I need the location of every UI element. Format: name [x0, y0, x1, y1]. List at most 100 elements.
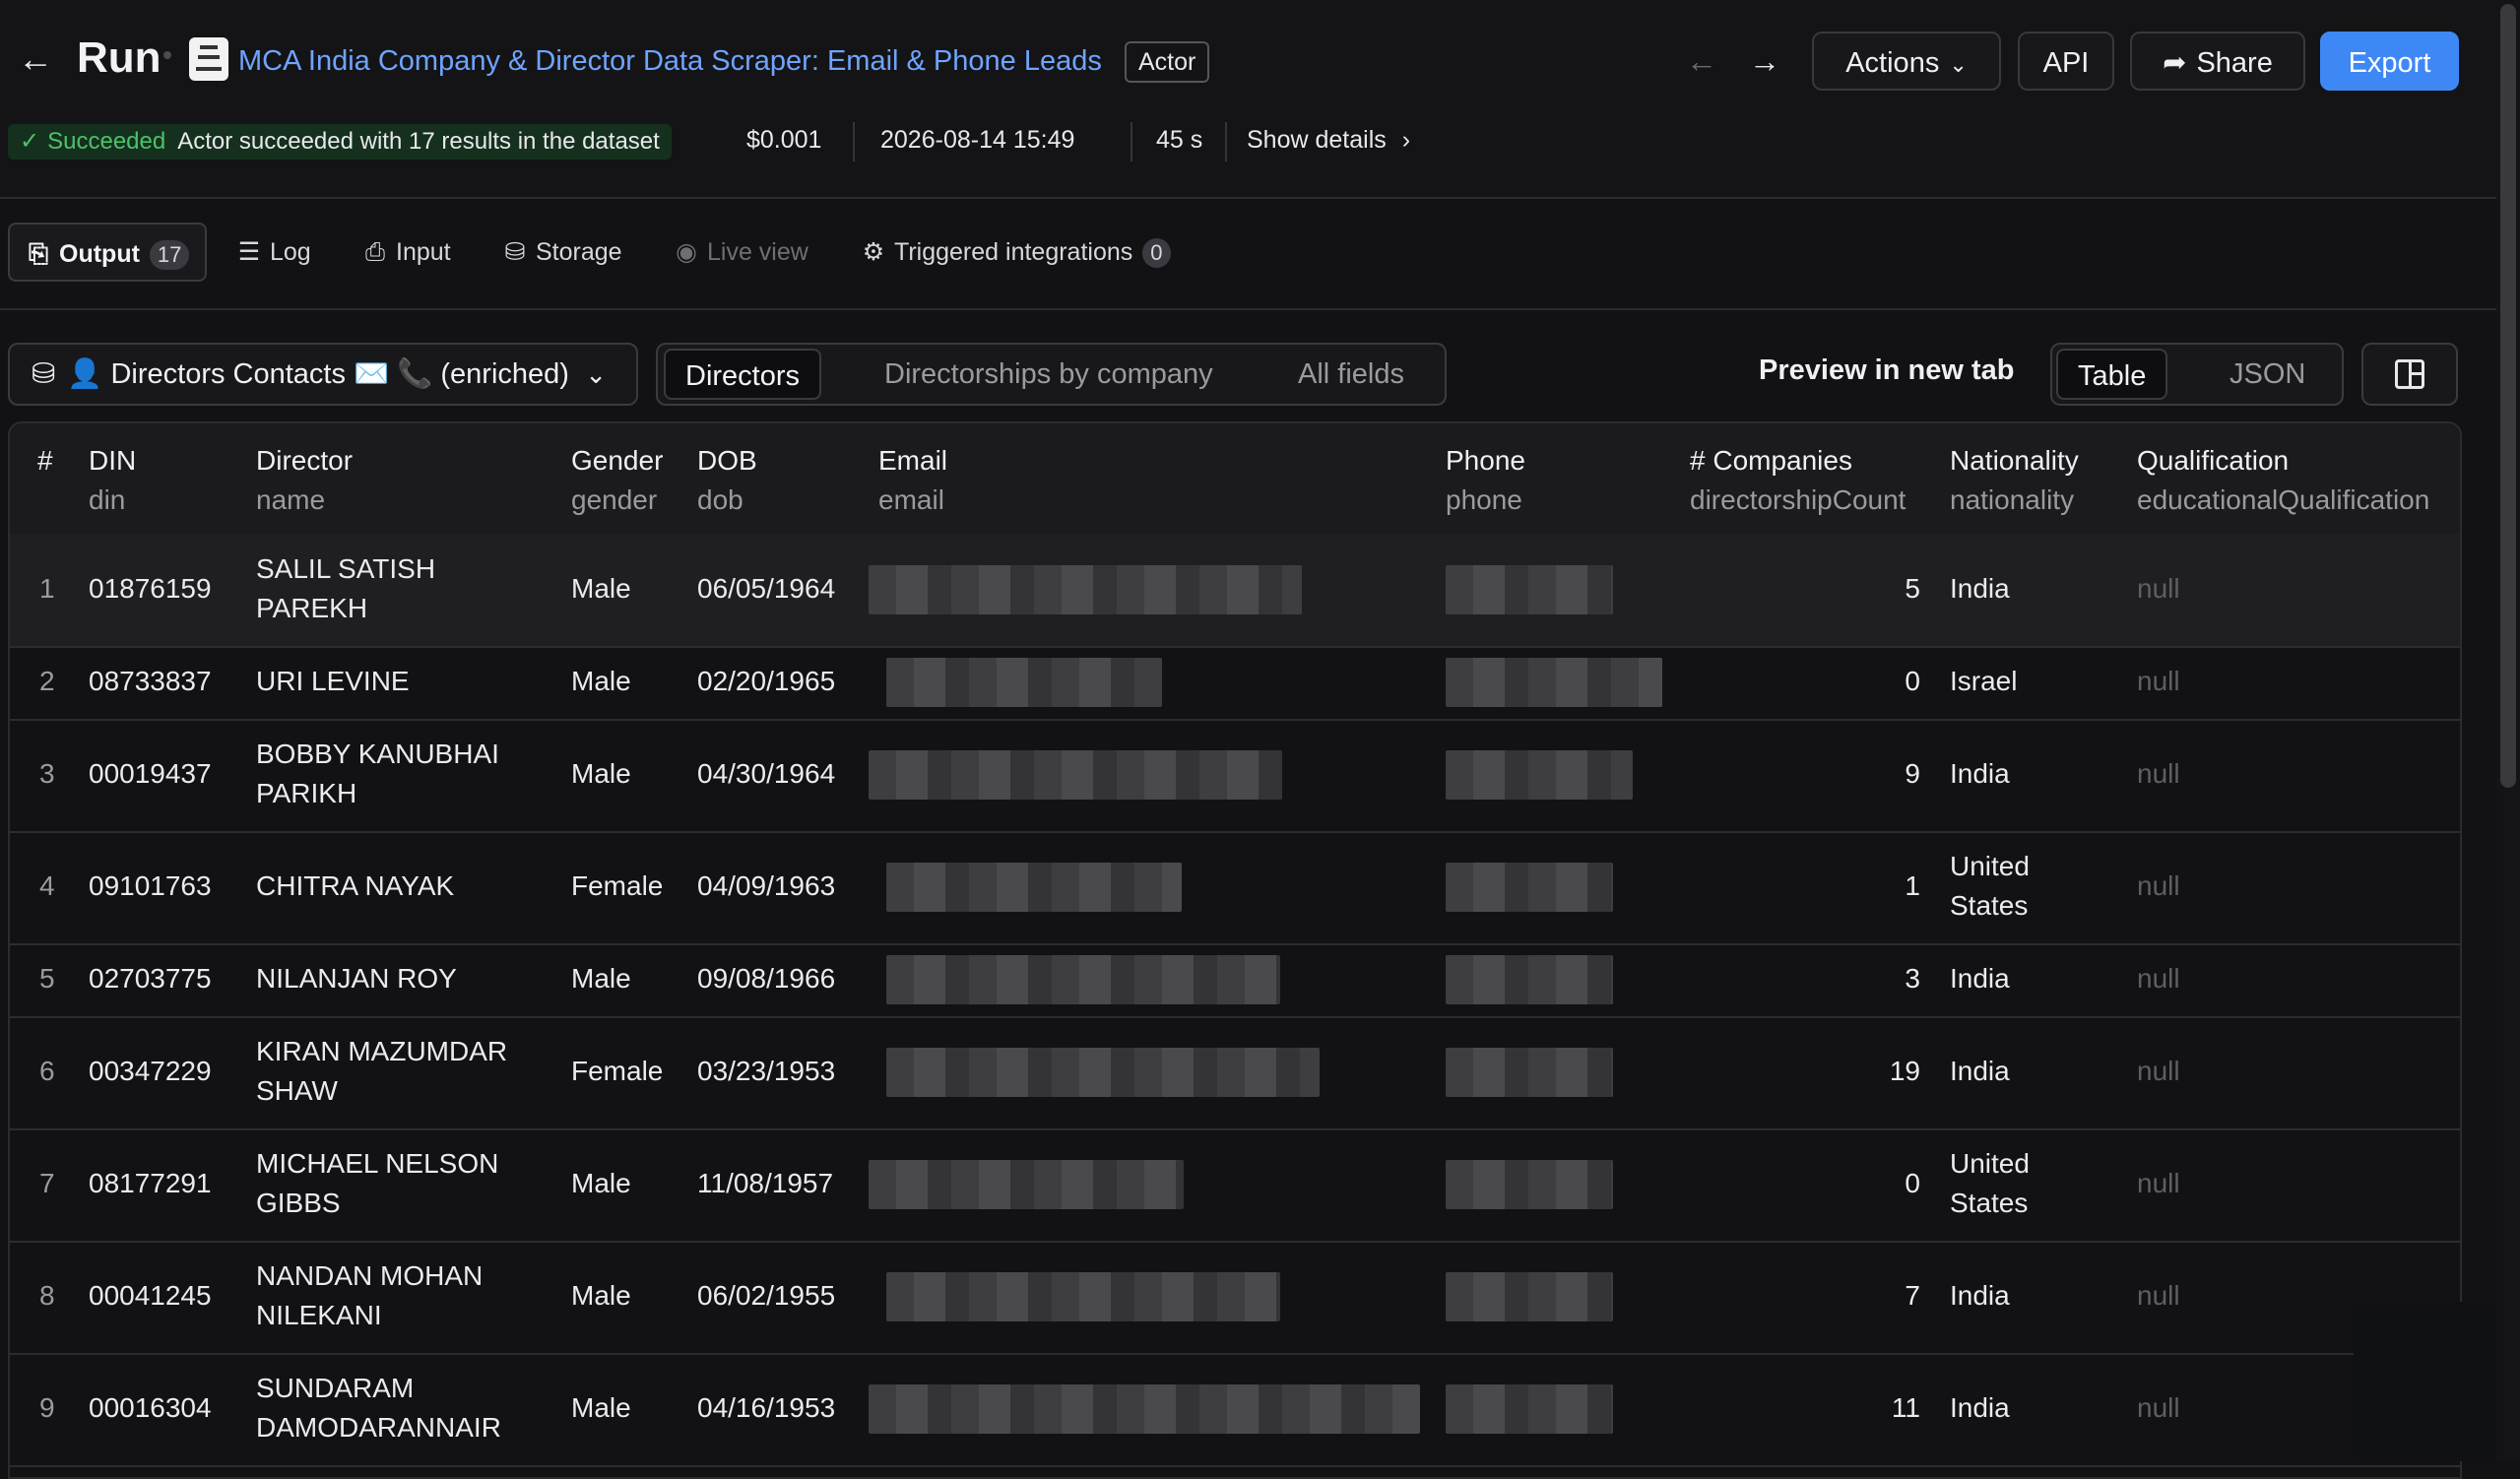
table-row[interactable]: 9 00016304 SUNDARAM DAMODARANNAIR Male 0… [10, 1353, 2460, 1467]
qualification-cell: null [2137, 1280, 2180, 1311]
export-button[interactable]: Export [2320, 32, 2459, 91]
din-cell: 01876159 [89, 573, 212, 604]
divider [0, 308, 2496, 310]
din-cell: 00019437 [89, 758, 212, 789]
email-cell-redacted [869, 1160, 1184, 1209]
output-count-badge: 17 [149, 240, 190, 270]
row-index: 2 [39, 666, 55, 696]
director-name-line2: NILEKANI [256, 1300, 382, 1330]
status-badge: ✓ Succeeded Actor succeeded with 17 result… [8, 124, 672, 160]
column-header-dob[interactable]: DOB dob [697, 441, 757, 520]
dataset-toolbar: ⛁ 👤 Directors Contacts ✉️ 📞 (enriched) ⌄ … [0, 341, 2496, 410]
director-name-line1: SUNDARAM [256, 1373, 415, 1403]
row-index: 6 [39, 1056, 55, 1086]
gender-cell: Male [571, 758, 631, 789]
dataset-select[interactable]: ⛁ 👤 Directors Contacts ✉️ 📞 (enriched) ⌄ [8, 343, 638, 406]
view-switcher: Directors Directorships by company All f… [656, 343, 1447, 406]
nationality-cell: India [1950, 1056, 2010, 1086]
column-header-nationality[interactable]: Nationality nationality [1950, 441, 2079, 520]
format-table[interactable]: Table [2056, 349, 2168, 400]
dob-cell: 06/05/1964 [697, 573, 836, 604]
column-header-din[interactable]: DIN din [89, 441, 136, 520]
chevron-down-icon: ⌄ [1949, 52, 1968, 77]
companies-count-cell: 19 [1889, 1056, 1920, 1086]
actions-button[interactable]: Actions ⌄ [1812, 32, 2001, 91]
table-row[interactable]: 5 02703775 NILANJAN ROY Male 09/08/1966 … [10, 943, 2460, 1018]
view-directors[interactable]: Directors [664, 349, 822, 400]
format-json[interactable]: JSON [2229, 349, 2305, 400]
column-header-companies[interactable]: # Companies directorshipCount [1690, 441, 1906, 520]
input-icon: ⎙ [364, 238, 385, 266]
table-row[interactable]: 1 01876159 SALIL SATISH PAREKH Male 06/0… [10, 534, 2460, 648]
page-scrollbar[interactable] [2496, 0, 2520, 1461]
tab-triggered-integrations[interactable]: ⚙ Triggered integrations 0 [861, 223, 1171, 282]
din-cell: 08733837 [89, 666, 212, 696]
column-header-email[interactable]: Email email [878, 441, 947, 520]
tab-output[interactable]: ⎘ Output 17 [8, 223, 208, 282]
api-button[interactable]: API [2018, 32, 2114, 91]
tab-log[interactable]: ☰ Log [236, 223, 311, 282]
show-details-link[interactable]: Show details › [1247, 126, 1410, 155]
column-header-phone[interactable]: Phone phone [1446, 441, 1525, 520]
divider [853, 122, 855, 161]
scrollbar-thumb[interactable] [2500, 4, 2516, 788]
status-message: Actor succeeded with 17 results in the d… [177, 128, 660, 155]
din-cell: 09101763 [89, 870, 212, 901]
companies-count-cell: 9 [1905, 758, 1920, 789]
column-header-qualification[interactable]: Qualification educationalQualification [2137, 441, 2429, 520]
dataset-select-label: 👤 Directors Contacts ✉️ 📞 (enriched) [67, 358, 569, 390]
nationality-cell: Israel [1950, 666, 2018, 696]
previous-run-icon[interactable]: ← [1686, 43, 1717, 80]
layout-toggle-button[interactable] [2361, 343, 2458, 406]
gender-cell: Male [571, 666, 631, 696]
tab-live-view: ◉ Live view [674, 223, 808, 282]
table-row[interactable]: 6 00347229 KIRAN MAZUMDAR SHAW Female 03… [10, 1016, 2460, 1130]
phone-cell-redacted [1446, 863, 1613, 912]
column-header-director[interactable]: Director name [256, 441, 353, 520]
table-row[interactable]: 7 08177291 MICHAEL NELSON GIBBS Male 11/… [10, 1128, 2460, 1243]
email-cell-redacted [869, 750, 1282, 800]
director-name-line2: PARIKH [256, 778, 357, 808]
nationality-cell: India [1950, 1392, 2010, 1423]
storage-icon: ⛁ [504, 238, 526, 266]
log-icon: ☰ [237, 238, 261, 266]
nationality-line1: United [1950, 851, 2030, 881]
next-run-icon[interactable]: → [1749, 43, 1780, 80]
row-index: 7 [39, 1168, 55, 1198]
nationality-line1: United [1950, 1148, 2030, 1179]
view-directorships-by-company[interactable]: Directorships by company [884, 349, 1213, 400]
din-cell: 00016304 [89, 1392, 212, 1423]
qualification-cell: null [2137, 573, 2180, 604]
din-cell: 08177291 [89, 1168, 212, 1198]
integrations-count-badge: 0 [1142, 238, 1171, 268]
director-name-line2: DAMODARANNAIR [256, 1412, 501, 1443]
share-button[interactable]: ➦ Share [2130, 32, 2305, 91]
table-row[interactable]: 4 09101763 CHITRA NAYAK Female 04/09/196… [10, 831, 2460, 945]
gender-cell: Male [571, 963, 631, 994]
actor-name-link[interactable]: MCA India Company & Director Data Scrape… [238, 45, 1102, 78]
table-row[interactable]: 2 08733837 URI LEVINE Male 02/20/1965 0 … [10, 646, 2460, 721]
gender-cell: Male [571, 1392, 631, 1423]
dob-cell: 09/08/1966 [697, 963, 836, 994]
qualification-cell: null [2137, 870, 2180, 901]
preview-in-new-tab-link[interactable]: Preview in new tab [1759, 354, 2014, 387]
tab-input[interactable]: ⎙ Input [362, 223, 451, 282]
gender-cell: Female [571, 870, 664, 901]
tab-log-label: Log [270, 238, 311, 266]
layout-icon [2395, 359, 2424, 389]
table-row[interactable]: 3 00019437 BOBBY KANUBHAI PARIKH Male 04… [10, 719, 2460, 833]
nationality-cell: India [1950, 1280, 2010, 1311]
tab-storage[interactable]: ⛁ Storage [502, 223, 622, 282]
run-status-row: ✓ Succeeded Actor succeeded with 17 result… [0, 118, 2496, 163]
column-header-index: # [37, 445, 53, 476]
arrow-left-icon[interactable]: ← [18, 41, 53, 77]
column-header-gender[interactable]: Gender gender [571, 441, 663, 520]
table-row[interactable]: 8 00041245 NANDAN MOHAN NILEKANI Male 06… [10, 1241, 2460, 1355]
qualification-cell: null [2137, 666, 2180, 696]
companies-count-cell: 3 [1905, 963, 1920, 994]
results-table: # DIN din Director name Gender gender DOB do… [8, 421, 2462, 1479]
qualification-cell: null [2137, 1056, 2180, 1086]
director-name-line2: GIBBS [256, 1188, 341, 1218]
gender-cell: Male [571, 573, 631, 604]
view-all-fields[interactable]: All fields [1298, 349, 1404, 400]
